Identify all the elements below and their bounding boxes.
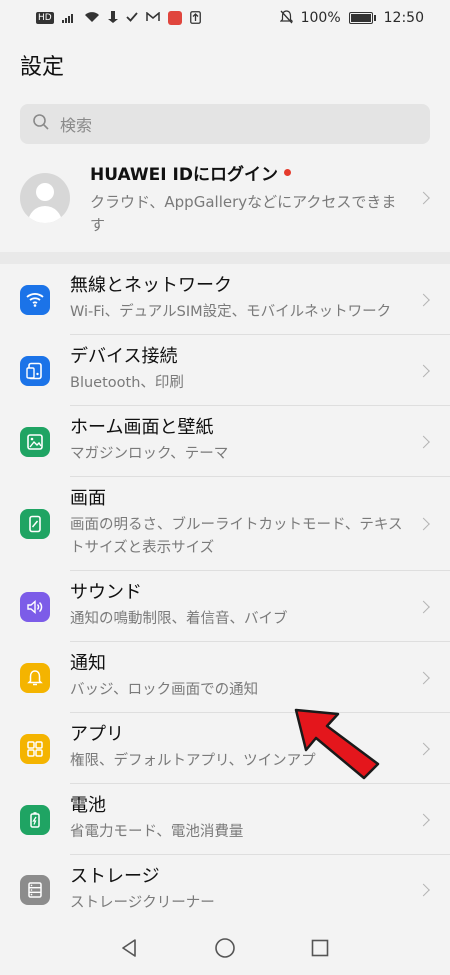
settings-item-sound[interactable]: サウンド 通知の鳴動制限、着信音、バイブ — [0, 571, 450, 642]
wallpaper-icon — [20, 426, 50, 457]
clock: 12:50 — [383, 10, 424, 26]
item-title: ホーム画面と壁紙 — [70, 417, 214, 438]
settings-item-wireless-network[interactable]: 無線とネットワーク Wi-Fi、デュアルSIM設定、モバイルネットワーク — [0, 264, 450, 335]
wifi-status-icon — [84, 11, 100, 25]
settings-list: 無線とネットワーク Wi-Fi、デュアルSIM設定、モバイルネットワーク デバイ… — [0, 264, 450, 925]
item-title: 通知 — [70, 653, 106, 674]
battery-icon — [20, 804, 50, 835]
signal-icon — [61, 12, 76, 25]
huawei-app-icon — [167, 11, 182, 25]
item-subtitle: マガジンロック、テーマ — [70, 446, 229, 462]
search-placeholder: 検索 — [60, 116, 93, 135]
upload-icon — [189, 10, 201, 26]
item-title: 電池 — [70, 795, 106, 816]
item-subtitle: 通知の鳴動制限、着信音、バイブ — [70, 611, 288, 627]
settings-item-battery[interactable]: 電池 省電力モード、電池消費量 — [0, 784, 450, 855]
item-title: デバイス接続 — [70, 346, 178, 367]
check-icon — [126, 11, 138, 25]
item-subtitle: バッジ、ロック画面での通知 — [70, 682, 259, 698]
hd-indicator: HD — [36, 12, 54, 24]
mute-bell-icon — [279, 10, 294, 26]
settings-item-display[interactable]: 画面 画面の明るさ、ブルーライトカットモード、テキストサイズと表示サイズ — [0, 477, 450, 571]
huawei-id-login[interactable]: HUAWEI IDにログイン クラウド、AppGalleryなどにアクセスできま… — [0, 144, 450, 252]
navigation-bar — [0, 925, 450, 975]
bell-icon — [20, 662, 50, 693]
settings-item-home-wallpaper[interactable]: ホーム画面と壁紙 マガジンロック、テーマ — [0, 406, 450, 477]
item-title: ストレージ — [70, 866, 160, 887]
item-title: 画面 — [70, 488, 106, 509]
device-connection-icon — [20, 355, 50, 386]
item-subtitle: ストレージクリーナー — [70, 895, 215, 911]
item-subtitle: 省電力モード、電池消費量 — [70, 824, 244, 840]
speaker-icon — [20, 591, 50, 622]
section-divider — [0, 252, 450, 264]
item-subtitle: 画面の明るさ、ブルーライトカットモード、テキストサイズと表示サイズ — [70, 517, 403, 556]
account-subtitle: クラウド、AppGalleryなどにアクセスできます — [90, 192, 397, 234]
storage-icon — [20, 875, 50, 905]
notification-dot — [283, 168, 291, 176]
apps-grid-icon — [20, 733, 50, 764]
search-input[interactable]: 検索 — [20, 104, 430, 144]
battery-status-icon — [348, 12, 376, 24]
item-title: 無線とネットワーク — [70, 275, 232, 296]
search-icon — [32, 113, 50, 135]
item-subtitle: Bluetooth、印刷 — [70, 375, 184, 391]
item-title: サウンド — [70, 582, 142, 603]
avatar-icon — [20, 173, 70, 223]
status-right: 100% 12:50 — [279, 10, 424, 26]
settings-item-device-connection[interactable]: デバイス接続 Bluetooth、印刷 — [0, 335, 450, 406]
item-subtitle: Wi-Fi、デュアルSIM設定、モバイルネットワーク — [70, 304, 392, 320]
battery-percent: 100% — [300, 10, 341, 26]
display-icon — [20, 509, 50, 539]
recent-apps-button[interactable] — [310, 938, 330, 962]
red-pointer-arrow — [294, 708, 380, 780]
status-left: HD — [36, 10, 201, 26]
data-transfer-icon — [107, 11, 118, 25]
account-title: HUAWEI IDにログイン — [90, 164, 278, 185]
mail-icon — [145, 11, 160, 24]
settings-item-storage[interactable]: ストレージ ストレージクリーナー — [0, 855, 450, 925]
home-button[interactable] — [214, 937, 236, 963]
status-bar: HD 100% 12:50 — [0, 0, 450, 36]
wifi-icon — [20, 284, 50, 315]
back-button[interactable] — [120, 938, 140, 962]
page-title: 設定 — [20, 55, 65, 80]
